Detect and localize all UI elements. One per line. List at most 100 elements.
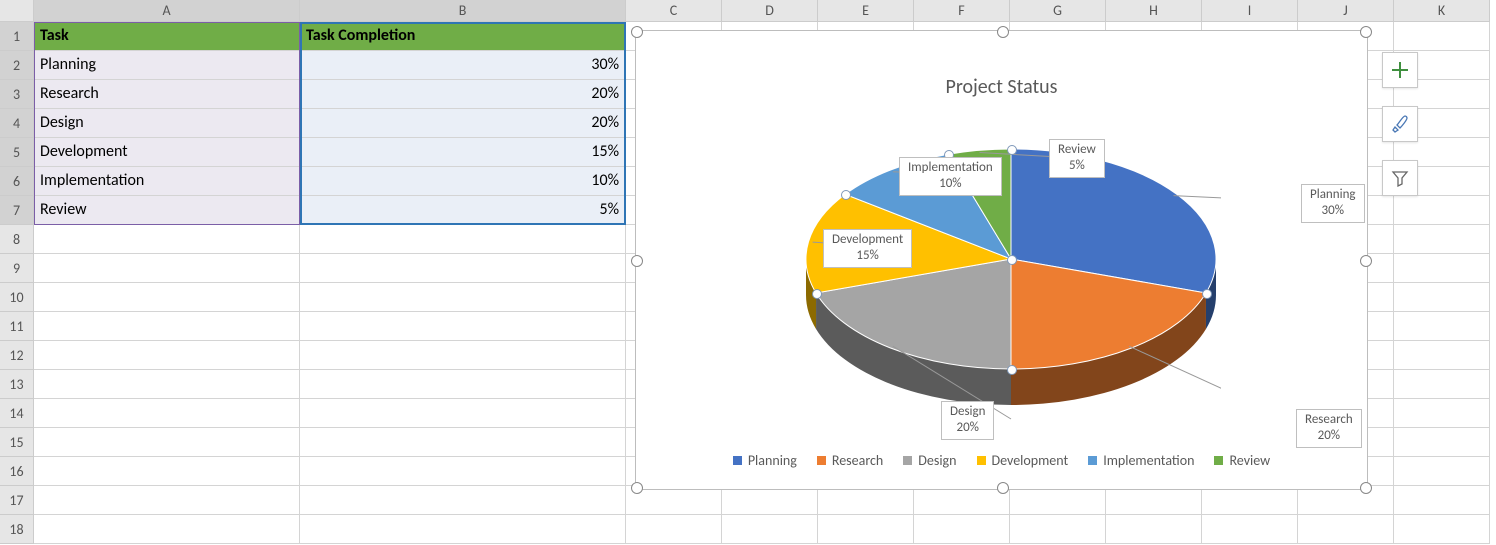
cell[interactable] (34, 486, 300, 515)
cell[interactable] (34, 254, 300, 283)
column-header[interactable]: D (722, 0, 818, 22)
cell[interactable]: 30% (300, 51, 626, 80)
cell[interactable] (914, 515, 1010, 544)
cell[interactable] (34, 312, 300, 341)
cell[interactable] (300, 341, 626, 370)
cell[interactable] (300, 399, 626, 428)
resize-handle[interactable] (631, 482, 643, 494)
cell[interactable] (300, 428, 626, 457)
cell[interactable] (1202, 486, 1298, 515)
cell[interactable] (300, 457, 626, 486)
cell[interactable] (1394, 312, 1490, 341)
column-header[interactable]: J (1298, 0, 1394, 22)
row-header[interactable]: 6 (0, 167, 34, 196)
cell[interactable] (1106, 515, 1202, 544)
chart-styles-button[interactable] (1382, 106, 1418, 142)
cell[interactable]: Planning (34, 51, 300, 80)
cell[interactable] (34, 283, 300, 312)
pie-chart[interactable]: Planning30%Research20%Design20%Developme… (801, 139, 1221, 429)
cell[interactable] (1298, 515, 1394, 544)
row-header[interactable]: 3 (0, 80, 34, 109)
cell[interactable] (300, 370, 626, 399)
cell[interactable] (1394, 486, 1490, 515)
cell[interactable] (1202, 515, 1298, 544)
data-label[interactable]: Review5% (1049, 139, 1105, 178)
cell[interactable] (300, 225, 626, 254)
cell[interactable] (300, 254, 626, 283)
cell[interactable]: Design (34, 109, 300, 138)
cell[interactable] (1394, 225, 1490, 254)
cell[interactable] (300, 515, 626, 544)
cell[interactable] (1010, 486, 1106, 515)
resize-handle[interactable] (1360, 255, 1372, 267)
row-header[interactable]: 4 (0, 109, 34, 138)
row-header[interactable]: 8 (0, 225, 34, 254)
cell[interactable] (1394, 283, 1490, 312)
column-header[interactable]: A (34, 0, 300, 22)
cell[interactable]: 15% (300, 138, 626, 167)
resize-handle[interactable] (1360, 482, 1372, 494)
legend-item[interactable]: Research (817, 452, 883, 469)
data-label[interactable]: Design20% (941, 401, 994, 440)
cell[interactable] (300, 283, 626, 312)
column-header[interactable]: F (914, 0, 1010, 22)
cell[interactable] (1394, 254, 1490, 283)
chart-title[interactable]: Project Status (636, 75, 1367, 99)
column-header[interactable]: K (1394, 0, 1490, 22)
row-header[interactable]: 17 (0, 486, 34, 515)
row-header[interactable]: 14 (0, 399, 34, 428)
row-header[interactable]: 1 (0, 22, 34, 51)
legend-item[interactable]: Planning (733, 452, 797, 469)
legend-item[interactable]: Development (977, 452, 1069, 469)
cell[interactable] (1394, 399, 1490, 428)
row-header[interactable]: 11 (0, 312, 34, 341)
cell[interactable]: 10% (300, 167, 626, 196)
cell[interactable] (34, 428, 300, 457)
row-header[interactable]: 10 (0, 283, 34, 312)
resize-handle[interactable] (631, 26, 643, 38)
row-header[interactable]: 16 (0, 457, 34, 486)
chart-filter-button[interactable] (1382, 160, 1418, 196)
cell[interactable] (34, 225, 300, 254)
cell[interactable] (818, 486, 914, 515)
cell[interactable] (1394, 370, 1490, 399)
data-label[interactable]: Development15% (823, 229, 912, 268)
cell[interactable]: 20% (300, 109, 626, 138)
cell[interactable]: Development (34, 138, 300, 167)
cell[interactable] (34, 341, 300, 370)
cell[interactable]: Research (34, 80, 300, 109)
cell[interactable] (1106, 486, 1202, 515)
column-header[interactable]: H (1106, 0, 1202, 22)
row-header[interactable]: 12 (0, 341, 34, 370)
row-header[interactable]: 9 (0, 254, 34, 283)
data-label[interactable]: Research20% (1296, 409, 1362, 448)
cell[interactable]: Implementation (34, 167, 300, 196)
cell[interactable] (818, 515, 914, 544)
cell[interactable] (1394, 428, 1490, 457)
cell[interactable] (722, 486, 818, 515)
resize-handle[interactable] (1360, 26, 1372, 38)
cell[interactable] (300, 486, 626, 515)
cell[interactable] (34, 370, 300, 399)
resize-handle[interactable] (997, 26, 1009, 38)
cell[interactable] (1394, 457, 1490, 486)
row-header[interactable]: 2 (0, 51, 34, 80)
chart-legend[interactable]: Planning Research Design Development Impleme… (636, 452, 1367, 469)
chart-elements-button[interactable] (1382, 52, 1418, 88)
legend-item[interactable]: Implementation (1088, 452, 1194, 469)
legend-item[interactable]: Review (1214, 452, 1270, 469)
legend-item[interactable]: Design (903, 452, 956, 469)
cell[interactable]: 5% (300, 196, 626, 225)
row-header[interactable]: 13 (0, 370, 34, 399)
cell[interactable]: Review (34, 196, 300, 225)
cell[interactable] (34, 515, 300, 544)
cell[interactable] (914, 486, 1010, 515)
cell[interactable]: Task (34, 22, 300, 51)
cell[interactable] (626, 515, 722, 544)
cell[interactable] (300, 312, 626, 341)
data-label[interactable]: Planning30% (1301, 184, 1365, 223)
column-header[interactable]: G (1010, 0, 1106, 22)
cell[interactable] (1298, 486, 1394, 515)
column-header[interactable]: B (300, 0, 626, 22)
row-header[interactable]: 18 (0, 515, 34, 544)
